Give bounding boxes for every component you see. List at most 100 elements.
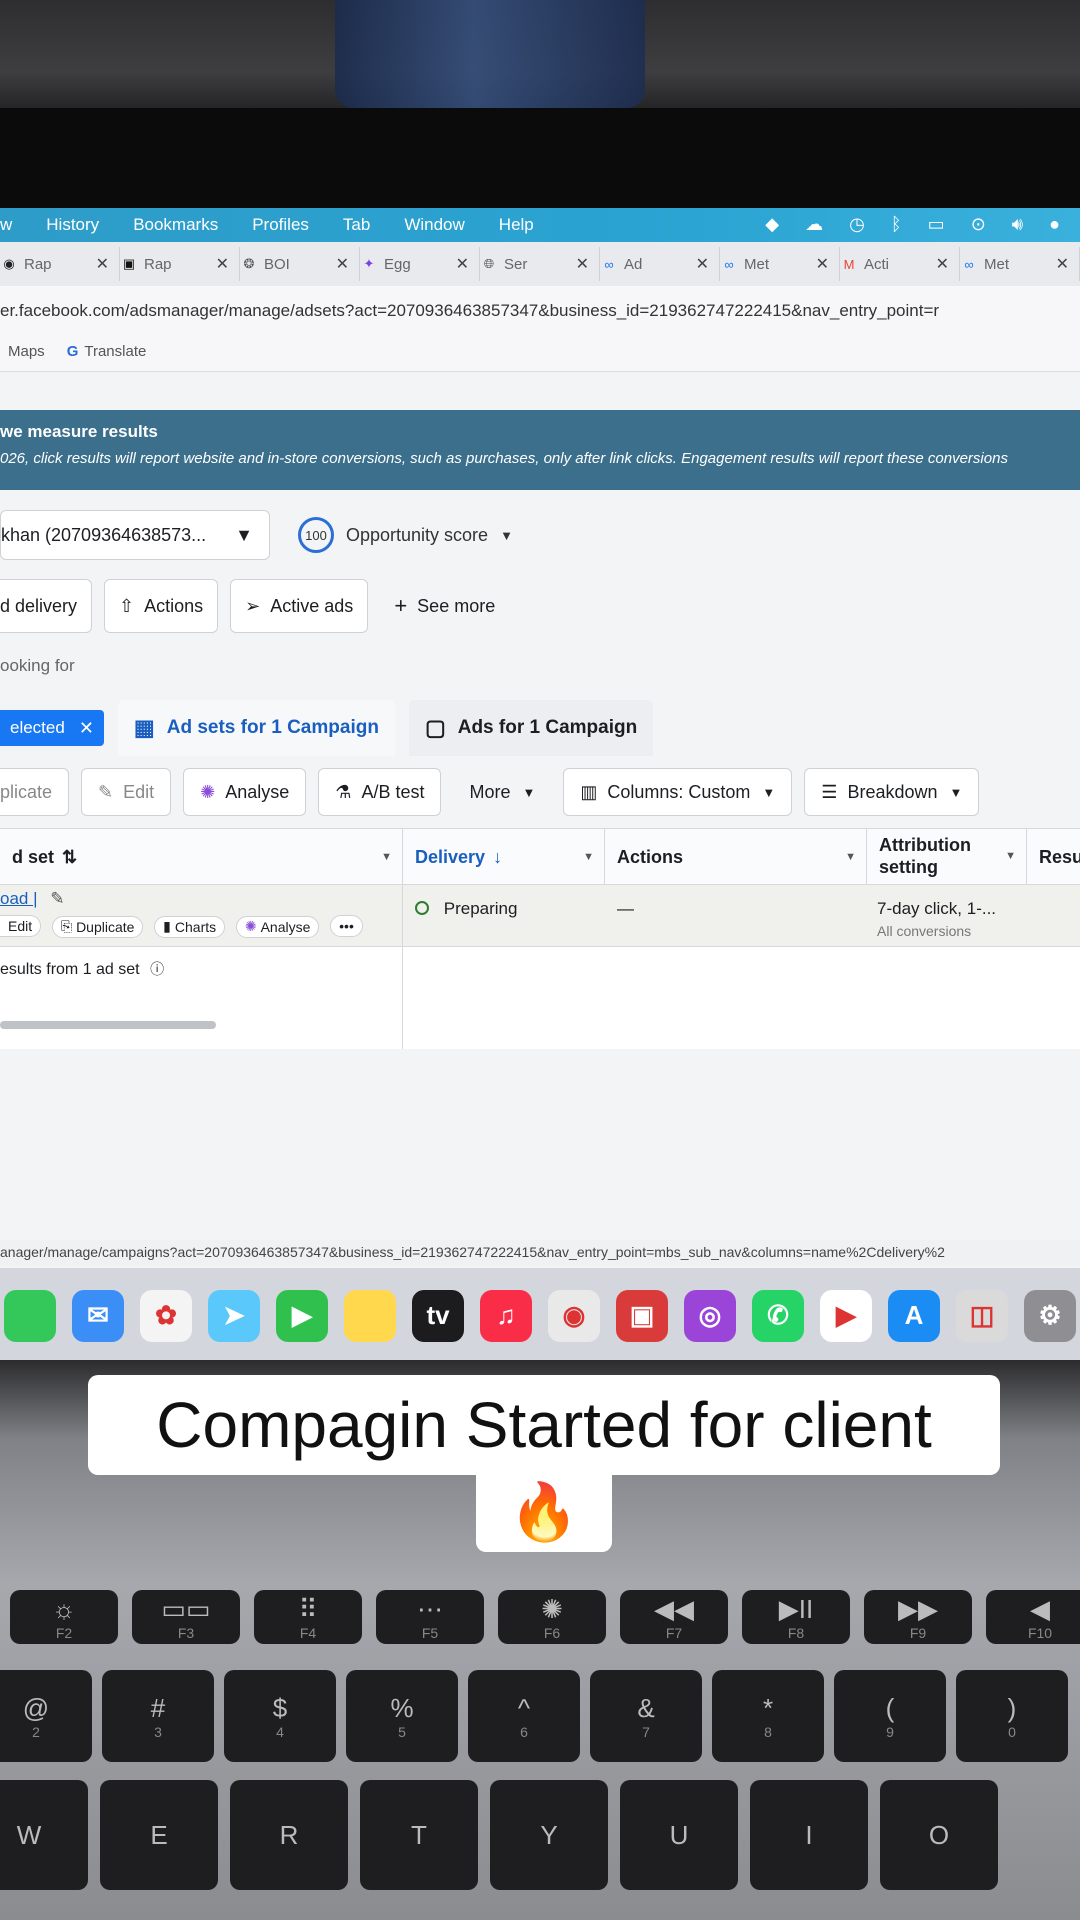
close-tab-icon[interactable]: ✕ [1056, 254, 1069, 274]
bookmark-maps[interactable]: Maps [8, 343, 45, 360]
menu-help[interactable]: Help [499, 215, 534, 235]
horizontal-scrollbar[interactable] [0, 1021, 216, 1029]
analyse-button[interactable]: ✺ Analyse [183, 768, 307, 816]
function-key[interactable]: ▭▭ F3 [132, 1590, 240, 1644]
menu-tab[interactable]: Tab [343, 215, 370, 235]
bookmark-translate[interactable]: G Translate [67, 343, 147, 360]
sort-icon[interactable]: ⇅ [62, 847, 77, 868]
letter-key[interactable]: O [880, 1780, 998, 1890]
number-key[interactable]: ) 0 [956, 1670, 1068, 1762]
function-key[interactable]: ☼ F2 [10, 1590, 118, 1644]
menu-view[interactable]: w [0, 215, 12, 235]
function-key[interactable]: ▶▶ F9 [864, 1590, 972, 1644]
number-key[interactable]: * 8 [712, 1670, 824, 1762]
see-more-button[interactable]: + See more [380, 593, 509, 619]
browser-tab[interactable]: ✦ Egg ✕ [360, 247, 480, 281]
row-edit-chip[interactable]: Edit [0, 915, 42, 937]
letter-key[interactable]: Y [490, 1780, 608, 1890]
cloud-icon[interactable]: ☁ [805, 214, 823, 235]
mail-icon[interactable]: ✉ [72, 1289, 124, 1342]
display-icon[interactable]: ▭ [928, 214, 945, 235]
chevron-down-icon[interactable]: ▼ [583, 851, 594, 863]
ab-test-button[interactable]: ⚗ A/B test [318, 768, 442, 816]
chrome-icon[interactable]: ◉ [548, 1289, 600, 1342]
columns-button[interactable]: ▥ Columns: Custom ▼ [563, 768, 793, 816]
browser-tab[interactable]: M Acti ✕ [840, 247, 960, 281]
letter-key[interactable]: E [100, 1780, 218, 1890]
function-key[interactable]: ⠿ F4 [254, 1590, 362, 1644]
number-key[interactable]: % 5 [346, 1670, 458, 1762]
menu-bookmarks[interactable]: Bookmarks [133, 215, 218, 235]
letter-key[interactable]: I [750, 1780, 868, 1890]
function-key[interactable]: ⋯ F5 [376, 1590, 484, 1644]
row-charts-chip[interactable]: ▮ Charts [154, 915, 226, 938]
opportunity-score-button[interactable]: 100 Opportunity score ▼ [298, 517, 513, 553]
letter-key[interactable]: U [620, 1780, 738, 1890]
close-icon[interactable]: ✕ [79, 718, 94, 739]
number-key[interactable]: $4 [224, 1670, 336, 1762]
tab-ad-sets[interactable]: ▦ Ad sets for 1 Campaign [117, 700, 395, 756]
adset-name-link[interactable]: oad | [0, 889, 38, 908]
podcasts-icon[interactable]: ◎ [684, 1289, 736, 1342]
close-tab-icon[interactable]: ✕ [336, 254, 349, 274]
browser-tab[interactable]: ▣ Rap ✕ [120, 247, 240, 281]
close-tab-icon[interactable]: ✕ [456, 254, 469, 274]
browser-tab[interactable]: ∞ Met ✕ [720, 247, 840, 281]
breakdown-button[interactable]: ☰ Breakdown ▼ [804, 768, 980, 816]
maps-icon[interactable]: ➤ [208, 1289, 260, 1342]
menu-profiles[interactable]: Profiles [252, 215, 309, 235]
screenshot-icon[interactable]: ◫ [956, 1289, 1008, 1342]
play-icon[interactable]: ⊙ [971, 214, 986, 235]
menu-window[interactable]: Window [404, 215, 464, 235]
column-header-attribution[interactable]: Attribution setting ▼ [867, 829, 1027, 885]
actions-filter-button[interactable]: ⇧ Actions [104, 579, 219, 633]
app-store-icon[interactable]: A [888, 1289, 940, 1342]
number-key[interactable]: (9 [834, 1670, 946, 1762]
tab-ads[interactable]: ▢ Ads for 1 Campaign [408, 700, 654, 756]
delivery-filter-button[interactable]: d delivery [0, 579, 93, 633]
browser-tab[interactable]: ◉ Rap ✕ [0, 247, 120, 281]
number-key[interactable]: & 7 [590, 1670, 702, 1762]
close-tab-icon[interactable]: ✕ [96, 254, 109, 274]
function-key[interactable]: ◀◀ F7 [620, 1590, 728, 1644]
close-tab-icon[interactable]: ✕ [216, 254, 229, 274]
chevron-down-icon[interactable]: ▼ [381, 851, 392, 863]
diamond-icon[interactable]: ◆ [765, 214, 779, 235]
tv-icon[interactable]: tv [412, 1289, 464, 1342]
ad-account-selector[interactable]: khan (20709364638573... ▼ [0, 510, 270, 560]
edit-button[interactable]: ✎ Edit [81, 768, 172, 816]
row-more-chip[interactable]: ••• [330, 915, 363, 937]
letter-key[interactable]: R [230, 1780, 348, 1890]
close-tab-icon[interactable]: ✕ [816, 254, 829, 274]
letter-key[interactable]: T [360, 1780, 478, 1890]
messages-icon[interactable] [4, 1289, 56, 1342]
info-icon[interactable]: ⓘ [150, 961, 164, 977]
browser-tab[interactable]: ∞ Ad ✕ [600, 247, 720, 281]
close-tab-icon[interactable]: ✕ [696, 254, 709, 274]
chevron-down-icon[interactable]: ▼ [1005, 850, 1016, 863]
browser-tab[interactable]: ∞ Met ✕ [960, 247, 1080, 281]
close-tab-icon[interactable]: ✕ [576, 254, 589, 274]
chevron-down-icon[interactable]: ▼ [845, 851, 856, 863]
row-analyse-chip[interactable]: ✺ Analyse [235, 915, 320, 938]
more-button[interactable]: More ▼ [453, 768, 551, 816]
selected-campaign-pill[interactable]: elected ✕ [0, 710, 104, 746]
address-bar[interactable]: er.facebook.com/adsmanager/manage/adsets… [0, 286, 1080, 332]
browser-tab[interactable]: ❂ BOI ✕ [240, 247, 360, 281]
number-key[interactable]: #3 [102, 1670, 214, 1762]
number-key[interactable]: @2 [0, 1670, 92, 1762]
column-header-results[interactable]: Resu [1027, 829, 1080, 885]
menu-history[interactable]: History [46, 215, 99, 235]
duplicate-button[interactable]: plicate [0, 768, 70, 816]
browser-tab[interactable]: 🌐︎ Ser ✕ [480, 247, 600, 281]
whatsapp-icon[interactable]: ✆ [752, 1289, 804, 1342]
photo-booth-icon[interactable]: ▣ [616, 1289, 668, 1342]
column-header-actions[interactable]: Actions ▼ [605, 829, 867, 885]
table-row[interactable]: oad | ✎ Edit ⎘ Duplicate ▮ Charts ✺ Analyse… [0, 885, 1080, 947]
search-input[interactable]: ooking for [0, 648, 1080, 688]
close-tab-icon[interactable]: ✕ [936, 254, 949, 274]
column-header-adset[interactable]: d set ⇅ ▼ [0, 829, 403, 885]
number-key[interactable]: ^ 6 [468, 1670, 580, 1762]
settings-icon[interactable]: ⚙ [1024, 1289, 1076, 1342]
pencil-icon[interactable]: ✎ [50, 889, 64, 908]
